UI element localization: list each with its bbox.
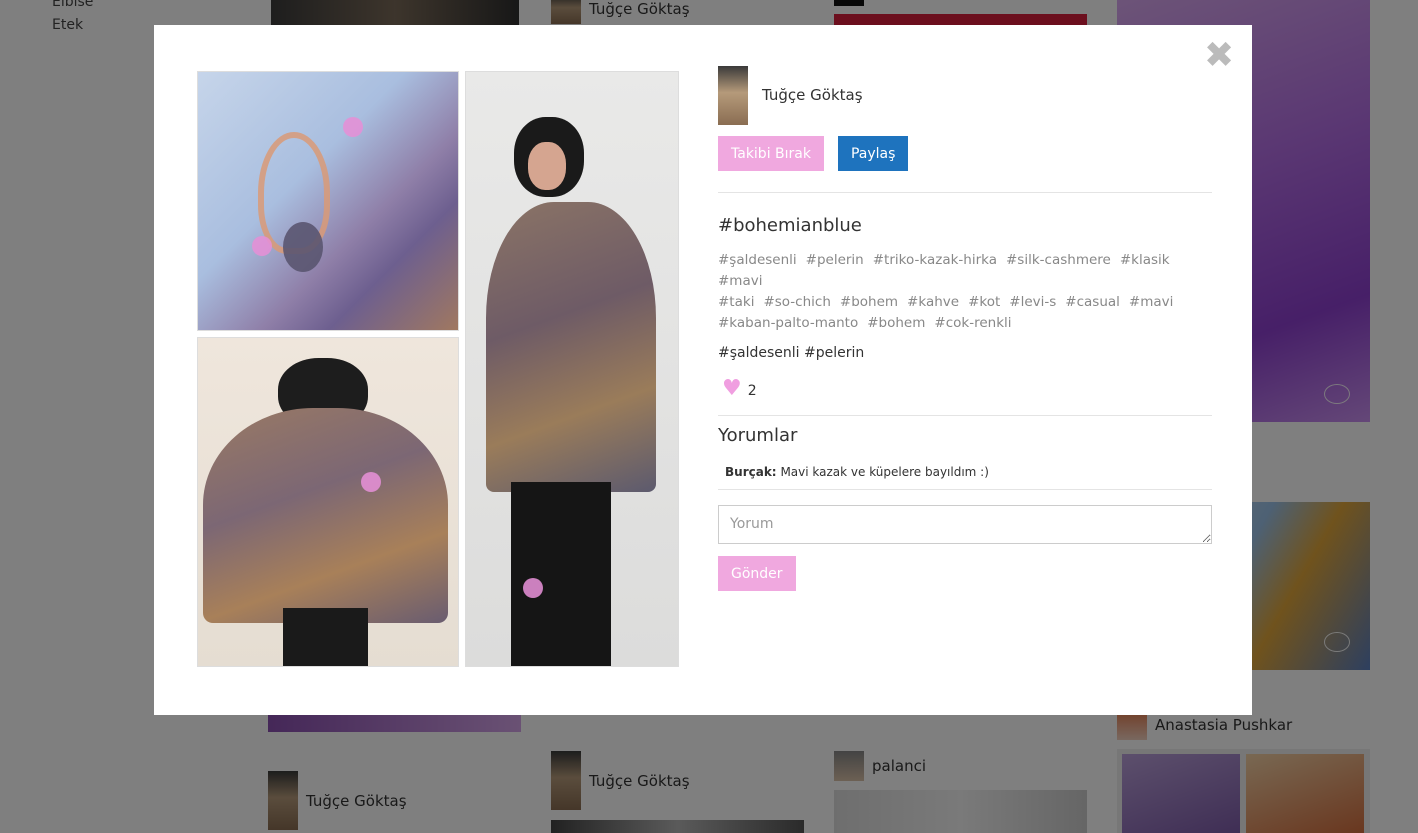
tag-link[interactable]: #taki	[718, 292, 754, 313]
photo-full-outfit	[465, 71, 679, 667]
photo-back-view	[197, 337, 459, 667]
tag-link[interactable]: #casual	[1065, 292, 1120, 313]
photo-earrings	[197, 71, 459, 331]
tag-link[interactable]: #kaban-palto-manto	[718, 313, 858, 334]
tag-link[interactable]: #bohem	[867, 313, 925, 334]
post-photo-collage[interactable]	[197, 71, 679, 667]
author-name[interactable]: Tuğçe Göktaş	[762, 86, 863, 104]
tag-link[interactable]: #bohem	[840, 292, 898, 313]
product-tag-dot[interactable]	[361, 472, 381, 492]
tag-link[interactable]: #kahve	[907, 292, 959, 313]
comment-input[interactable]	[718, 505, 1212, 544]
post-author[interactable]: Tuğçe Göktaş	[718, 65, 1212, 125]
tag-link[interactable]: #cok-renkli	[934, 313, 1011, 334]
avatar[interactable]	[718, 65, 748, 125]
tag-link[interactable]: #levi-s	[1009, 292, 1056, 313]
product-tag-dot[interactable]	[343, 117, 363, 137]
post-description: #şaldesenli #pelerin	[718, 345, 865, 361]
tag-link[interactable]: #triko-kazak-hirka	[873, 250, 997, 271]
tag-link[interactable]: #pelerin	[806, 250, 864, 271]
comment-author[interactable]: Burçak:	[725, 465, 777, 479]
tag-link[interactable]: #so-chich	[763, 292, 830, 313]
like-count: 2	[747, 383, 757, 399]
like-section: ♥ 2	[718, 377, 1212, 416]
tag-link[interactable]: #şaldesenli	[718, 250, 797, 271]
tag-link[interactable]: #silk-cashmere	[1006, 250, 1111, 271]
share-button[interactable]: Paylaş	[837, 136, 909, 171]
unfollow-button[interactable]: Takibi Bırak	[718, 136, 824, 171]
comments-title: Yorumlar	[718, 425, 798, 446]
heart-icon[interactable]: ♥	[722, 378, 742, 400]
comment-item: Burçak: Mavi kazak ve küpelere bayıldım …	[718, 465, 1212, 490]
tag-link[interactable]: #kot	[968, 292, 1000, 313]
tag-link[interactable]: #klasik	[1120, 250, 1170, 271]
send-comment-button[interactable]: Gönder	[718, 556, 796, 591]
tag-link[interactable]: #mavi	[1129, 292, 1173, 313]
comment-text: Mavi kazak ve küpelere bayıldım :)	[780, 465, 989, 479]
action-buttons: Takibi Bırak Paylaş	[718, 136, 1212, 193]
tag-link[interactable]: #mavi	[718, 271, 762, 292]
product-tag-dot[interactable]	[252, 236, 272, 256]
post-modal: ✖ Tuğçe Göktaş Takibi Bırak Paylaş #bohe…	[154, 25, 1252, 715]
post-info: Tuğçe Göktaş Takibi Bırak Paylaş #bohemi…	[718, 65, 1212, 591]
tag-list: #şaldesenli #pelerin #triko-kazak-hirka #si…	[718, 250, 1208, 334]
product-tag-dot[interactable]	[523, 578, 543, 598]
post-hashtag-title[interactable]: #bohemianblue	[718, 215, 1212, 236]
